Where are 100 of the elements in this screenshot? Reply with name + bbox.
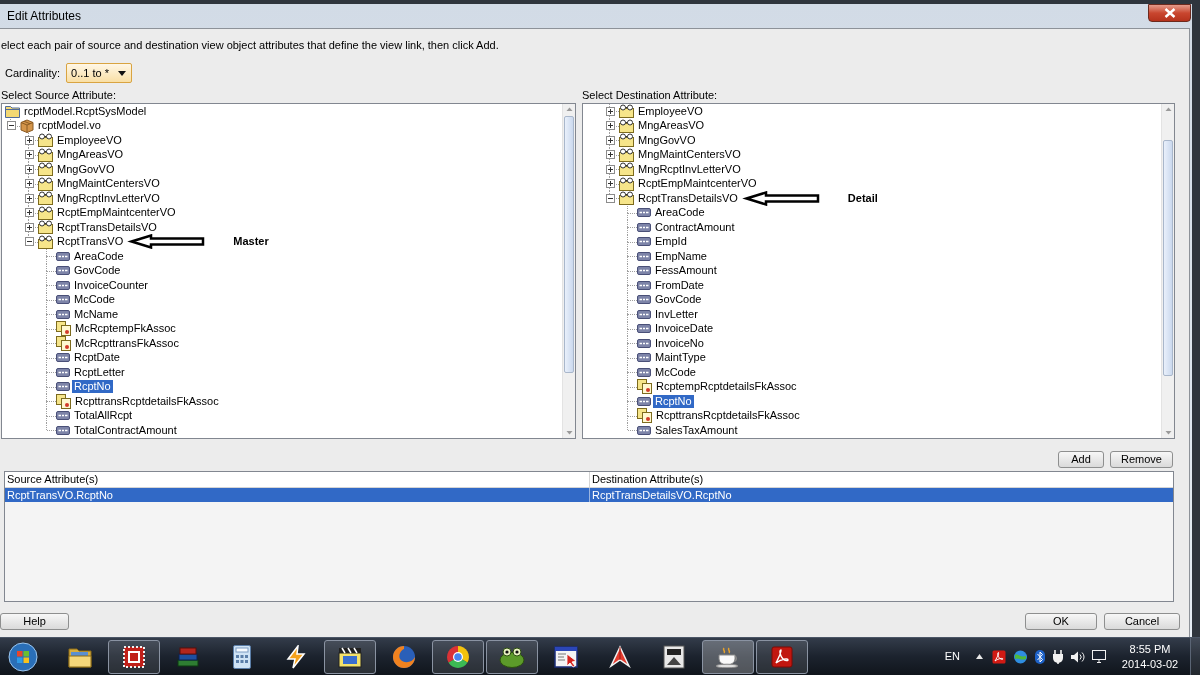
scrollbar[interactable] <box>562 104 575 438</box>
plus-box-icon[interactable] <box>24 208 34 218</box>
plus-box-icon[interactable] <box>605 135 615 145</box>
tree-item[interactable]: InvoiceCounter <box>72 278 150 292</box>
tree-item[interactable]: MngAreasVO <box>55 148 126 162</box>
tree-item[interactable]: RcptLetter <box>72 365 127 379</box>
tree-item[interactable]: RcptTransDetailsVO <box>55 220 159 234</box>
tree-item[interactable]: EmployeeVO <box>55 133 124 147</box>
plus-box-icon[interactable] <box>24 135 34 145</box>
tag-icon <box>637 222 651 232</box>
tree-item[interactable]: RcptEmpMaintcenterVO <box>636 177 759 191</box>
tree-item[interactable]: RcptNo <box>72 380 113 394</box>
tree-item[interactable]: McRcptempFkAssoc <box>73 322 178 336</box>
tree-item[interactable]: AreaCode <box>72 249 126 263</box>
table-row[interactable]: RcptTransVO.RcptNo RcptTransDetailsVO.RcptNo <box>5 488 1173 502</box>
tag-icon <box>637 208 651 218</box>
tree-item[interactable]: FromDate <box>653 278 706 292</box>
tree-item[interactable]: RcptNo <box>653 394 694 408</box>
clock-time[interactable]: 8:55 PM <box>1129 641 1171 657</box>
tree-item[interactable]: MngRcptInvLetterVO <box>636 162 743 176</box>
taskbar-button[interactable] <box>756 639 808 674</box>
show-desktop-button[interactable] <box>1190 638 1200 675</box>
tree-item[interactable]: TotalContractAmount <box>72 423 179 437</box>
tree-item[interactable]: GovCode <box>72 264 123 278</box>
tree-item[interactable]: InvLetter <box>653 307 700 321</box>
tree-item[interactable]: ContractAmount <box>653 220 737 234</box>
scrollbar-thumb[interactable] <box>564 116 574 373</box>
minus-box-icon[interactable] <box>6 121 16 131</box>
clock-date[interactable]: 2014-03-02 <box>1121 656 1179 672</box>
column-header[interactable]: Destination Attribute(s) <box>590 472 1173 487</box>
language-indicator[interactable]: EN <box>944 648 960 665</box>
bluetooth-icon[interactable] <box>1035 649 1045 664</box>
plus-box-icon[interactable] <box>605 150 615 160</box>
scrollbar-thumb[interactable] <box>1163 140 1173 376</box>
tree-item[interactable]: RcptempRcptdetailsFkAssoc <box>654 380 799 394</box>
column-header[interactable]: Source Attribute(s) <box>5 472 590 487</box>
tree-item[interactable]: MngMaintCentersVO <box>55 177 162 191</box>
minus-box-icon[interactable] <box>605 193 615 203</box>
dialog-button[interactable]: OK <box>1025 613 1097 630</box>
tree-item[interactable]: SalesTaxAmount <box>653 423 740 437</box>
tag-icon <box>56 266 70 276</box>
tree-item[interactable]: InvoiceDate <box>653 322 716 336</box>
plus-box-icon[interactable] <box>24 164 34 174</box>
tree-item[interactable]: EmpId <box>653 235 689 249</box>
caret-up-icon[interactable] <box>976 654 983 659</box>
tree-item[interactable]: GovCode <box>653 293 704 307</box>
plug-icon[interactable] <box>1052 649 1064 664</box>
tree-item[interactable]: RcpttransRcptdetailsFkAssoc <box>73 394 221 408</box>
tree-item[interactable]: RcptEmpMaintcenterVO <box>55 206 178 220</box>
tree-item[interactable]: McRcpttransFkAssoc <box>73 336 181 350</box>
annotation-label: Master <box>233 235 269 249</box>
tree-item[interactable]: MaintType <box>653 351 708 365</box>
tree-item[interactable]: MngGovVO <box>55 162 117 176</box>
tree-item[interactable]: RcptDate <box>72 351 122 365</box>
tree-item[interactable]: rcptModel.vo <box>36 119 103 133</box>
taskbar-button[interactable] <box>432 639 484 674</box>
swirl-tile-icon[interactable] <box>992 649 1006 664</box>
tree-item[interactable]: MngGovVO <box>636 133 698 147</box>
tree-item[interactable]: EmpName <box>653 249 709 263</box>
tree-item[interactable]: EmployeeVO <box>636 104 705 118</box>
glasses-box-icon <box>619 147 634 162</box>
tree-item[interactable]: MngMaintCentersVO <box>636 148 743 162</box>
tree-item[interactable]: RcpttransRcptdetailsFkAssoc <box>654 409 802 423</box>
tree-item[interactable]: MngAreasVO <box>636 119 707 133</box>
cardinality-dropdown[interactable]: 0..1 to * <box>66 63 133 83</box>
tree-item[interactable]: AreaCode <box>653 206 707 220</box>
plus-box-icon[interactable] <box>24 150 34 160</box>
close-icon <box>1163 8 1176 18</box>
close-button[interactable] <box>1148 4 1191 22</box>
plus-box-icon[interactable] <box>605 179 615 189</box>
tree-item[interactable]: RcptTransDetailsVO <box>636 191 740 205</box>
taskbar-button[interactable] <box>702 639 754 674</box>
plus-box-icon[interactable] <box>24 222 34 232</box>
minus-box-icon[interactable] <box>24 237 34 247</box>
dialog-button[interactable]: Cancel <box>1104 613 1180 630</box>
taskbar-button[interactable] <box>324 639 376 674</box>
taskbar-button[interactable] <box>108 639 160 674</box>
plus-box-icon[interactable] <box>24 193 34 203</box>
list-action-button[interactable]: Add <box>1058 451 1104 468</box>
taskbar-button[interactable] <box>486 639 538 674</box>
tree-item[interactable]: FessAmount <box>653 264 719 278</box>
tree-item[interactable]: McCode <box>653 365 698 379</box>
tree-item[interactable]: McCode <box>72 293 117 307</box>
tree-item[interactable]: MngRcptInvLetterVO <box>55 191 162 205</box>
plus-box-icon[interactable] <box>24 179 34 189</box>
list-action-button[interactable]: Remove <box>1110 451 1173 468</box>
speaker-icon[interactable] <box>1071 650 1085 663</box>
tree-item[interactable]: InvoiceNo <box>653 336 706 350</box>
monitor-icon[interactable] <box>1092 650 1106 663</box>
scrollbar[interactable] <box>1161 104 1174 438</box>
globe-icon[interactable] <box>1013 649 1028 664</box>
glasses-box-icon <box>38 176 53 191</box>
help-button[interactable]: Help <box>0 613 69 630</box>
tree-item[interactable]: TotalAllRcpt <box>72 409 135 423</box>
tree-item[interactable]: RcptTransVO <box>55 235 126 249</box>
plus-box-icon[interactable] <box>605 121 615 131</box>
tree-item[interactable]: McName <box>72 307 120 321</box>
plus-box-icon[interactable] <box>605 164 615 174</box>
plus-box-icon[interactable] <box>605 106 615 116</box>
tree-item[interactable]: rcptModel.RcptSysModel <box>22 104 149 118</box>
